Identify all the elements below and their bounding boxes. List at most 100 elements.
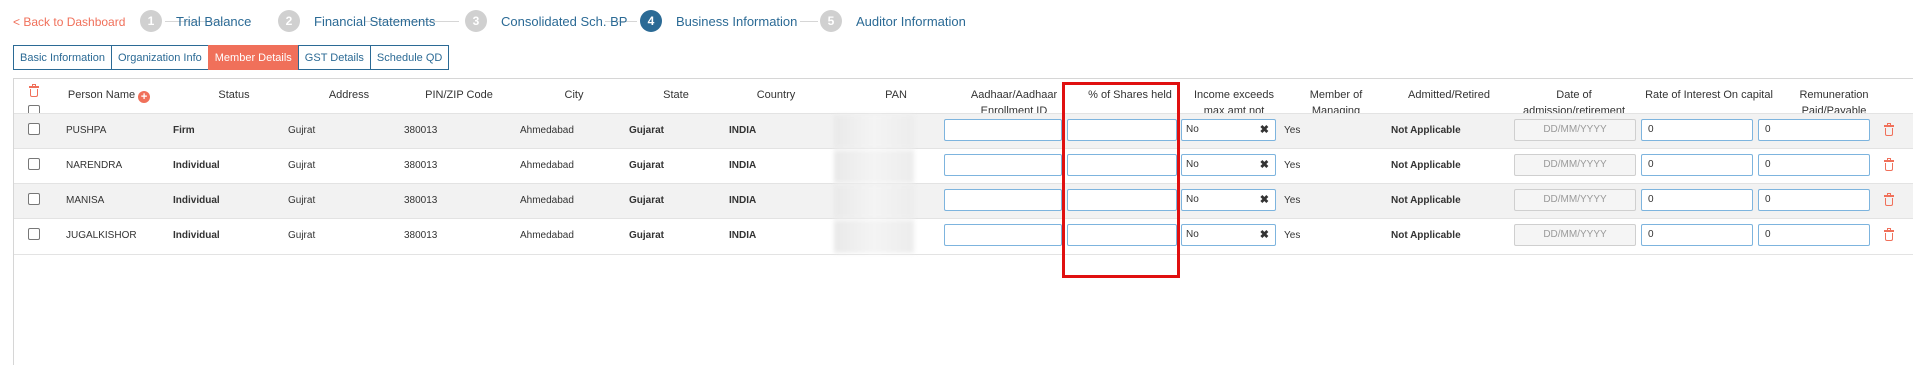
income-exceeds-select[interactable]: No ✖ xyxy=(1181,224,1276,246)
tab-organization-info[interactable]: Organization Info xyxy=(110,45,209,70)
step-number: 5 xyxy=(820,10,842,32)
pin-code: 380013 xyxy=(404,125,438,136)
step-auditor-information[interactable]: 5 Auditor Information xyxy=(820,10,966,32)
aadhaar-input[interactable] xyxy=(944,189,1062,211)
progress-stepper: < Back to Dashboard 1 Trial Balance 2 Fi… xyxy=(0,0,1913,44)
shares-column-highlight xyxy=(1062,82,1180,278)
header-person-name: Person Name + xyxy=(54,87,164,103)
income-exceeds-select[interactable]: No ✖ xyxy=(1181,119,1276,141)
date-admission-input[interactable]: DD/MM/YYYY xyxy=(1514,224,1636,246)
clear-icon[interactable]: ✖ xyxy=(1260,190,1269,210)
pan-redacted xyxy=(834,185,914,218)
step-connector xyxy=(800,21,818,22)
row-checkbox[interactable] xyxy=(28,123,40,135)
pan-redacted xyxy=(834,115,914,148)
person-name: MANISA xyxy=(66,195,105,206)
remuneration-input[interactable]: 0 xyxy=(1758,224,1870,246)
header-person-name-label: Person Name xyxy=(67,89,136,101)
header-country: Country xyxy=(756,89,796,101)
header-state: State xyxy=(663,89,689,101)
state: Gujarat xyxy=(629,160,665,171)
address: Gujrat xyxy=(288,195,316,206)
status: Individual xyxy=(173,195,220,206)
step-trial-balance[interactable]: 1 Trial Balance xyxy=(140,10,251,32)
delete-row-icon[interactable] xyxy=(1884,158,1894,171)
country: INDIA xyxy=(729,125,757,136)
income-exceeds-value: No xyxy=(1186,159,1199,170)
member-committee: Yes xyxy=(1284,160,1301,171)
address: Gujrat xyxy=(288,160,316,171)
back-to-dashboard-link[interactable]: < Back to Dashboard xyxy=(13,15,125,29)
step-consolidated-sch-bp[interactable]: 3 Consolidated Sch. BP xyxy=(465,10,627,32)
tab-basic-information[interactable]: Basic Information xyxy=(13,45,112,70)
step-label: Trial Balance xyxy=(176,13,252,29)
aadhaar-input[interactable] xyxy=(944,119,1062,141)
state: Gujarat xyxy=(629,230,665,241)
step-number: 4 xyxy=(640,10,662,32)
add-person-icon[interactable]: + xyxy=(138,91,151,103)
income-exceeds-value: No xyxy=(1186,229,1199,240)
section-tabs: Basic Information Organization Info Memb… xyxy=(13,45,450,70)
person-name: JUGALKISHOR xyxy=(66,230,137,241)
pin-code: 380013 xyxy=(404,160,438,171)
step-number: 3 xyxy=(465,10,487,32)
member-committee: Yes xyxy=(1284,195,1301,206)
step-label: Financial Statements xyxy=(314,13,436,29)
header-pan: PAN xyxy=(885,89,907,101)
delete-all-icon[interactable] xyxy=(29,84,39,97)
clear-icon[interactable]: ✖ xyxy=(1260,155,1269,175)
clear-icon[interactable]: ✖ xyxy=(1260,225,1269,245)
rate-of-interest-input[interactable]: 0 xyxy=(1641,154,1753,176)
status: Individual xyxy=(173,230,220,241)
row-checkbox[interactable] xyxy=(28,158,40,170)
date-admission-input[interactable]: DD/MM/YYYY xyxy=(1514,154,1636,176)
income-exceeds-value: No xyxy=(1186,194,1199,205)
state: Gujarat xyxy=(629,195,665,206)
row-checkbox[interactable] xyxy=(28,228,40,240)
row-checkbox[interactable] xyxy=(28,193,40,205)
tab-schedule-qd[interactable]: Schedule QD xyxy=(369,45,450,70)
delete-row-icon[interactable] xyxy=(1884,228,1894,241)
city: Ahmedabad xyxy=(520,230,574,241)
row-divider xyxy=(14,254,1913,255)
member-table: Person Name + Status Address PIN/ZIP Code… xyxy=(13,78,1913,365)
step-label: Consolidated Sch. BP xyxy=(501,13,628,29)
admitted-retired: Not Applicable xyxy=(1391,195,1461,206)
delete-row-icon[interactable] xyxy=(1884,193,1894,206)
remuneration-input[interactable]: 0 xyxy=(1758,154,1870,176)
member-committee: Yes xyxy=(1284,125,1301,136)
pan-redacted xyxy=(834,150,914,183)
header-admitted-retired: Admitted/Retired xyxy=(1408,89,1490,101)
step-number: 2 xyxy=(278,10,300,32)
aadhaar-input[interactable] xyxy=(944,154,1062,176)
member-committee: Yes xyxy=(1284,230,1301,241)
admitted-retired: Not Applicable xyxy=(1391,160,1461,171)
tab-member-details[interactable]: Member Details xyxy=(207,45,299,70)
rate-of-interest-input[interactable]: 0 xyxy=(1641,224,1753,246)
city: Ahmedabad xyxy=(520,195,574,206)
income-exceeds-select[interactable]: No ✖ xyxy=(1181,154,1276,176)
country: INDIA xyxy=(729,160,757,171)
header-rate-of-interest: Rate of Interest On capital xyxy=(1645,89,1773,101)
step-business-information[interactable]: 4 Business Information xyxy=(640,10,797,32)
income-exceeds-select[interactable]: No ✖ xyxy=(1181,189,1276,211)
admitted-retired: Not Applicable xyxy=(1391,230,1461,241)
date-admission-input[interactable]: DD/MM/YYYY xyxy=(1514,119,1636,141)
tab-gst-details[interactable]: GST Details xyxy=(297,45,371,70)
delete-row-icon[interactable] xyxy=(1884,123,1894,136)
admitted-retired: Not Applicable xyxy=(1391,125,1461,136)
rate-of-interest-input[interactable]: 0 xyxy=(1641,189,1753,211)
clear-icon[interactable]: ✖ xyxy=(1260,120,1269,140)
header-city: City xyxy=(564,89,584,101)
status: Individual xyxy=(173,160,220,171)
aadhaar-input[interactable] xyxy=(944,224,1062,246)
city: Ahmedabad xyxy=(520,160,574,171)
remuneration-input[interactable]: 0 xyxy=(1758,189,1870,211)
person-name: PUSHPA xyxy=(66,125,107,136)
address: Gujrat xyxy=(288,125,316,136)
step-financial-statements[interactable]: 2 Financial Statements xyxy=(278,10,435,32)
step-label: Auditor Information xyxy=(856,13,966,29)
rate-of-interest-input[interactable]: 0 xyxy=(1641,119,1753,141)
remuneration-input[interactable]: 0 xyxy=(1758,119,1870,141)
date-admission-input[interactable]: DD/MM/YYYY xyxy=(1514,189,1636,211)
